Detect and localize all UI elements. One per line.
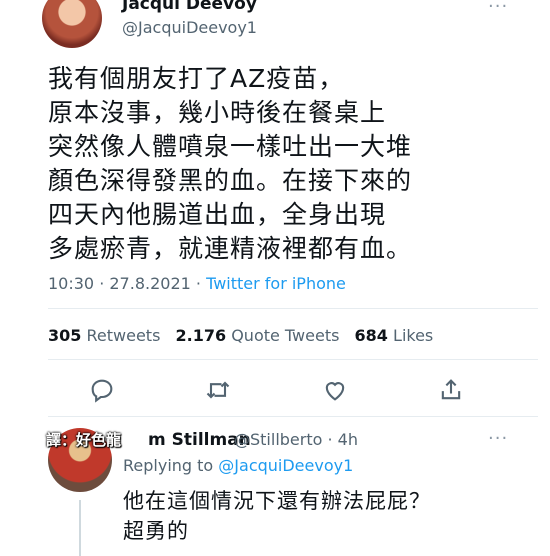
tweet-text: 我有個朋友打了AZ疫苗， 原本沒事，幾小時後在餐桌上 突然像人體噴泉一樣吐出一大… (48, 64, 413, 263)
author-handle[interactable]: @JacquiDeevoy1 (122, 18, 257, 37)
reply-text: 他在這個情況下還有辦法屁屁？ 超勇的 (123, 489, 431, 543)
replying-to: Replying to @JacquiDeevoy1 (123, 456, 354, 475)
like-icon[interactable] (321, 376, 349, 404)
tweet-stats: 305 Retweets 2.176 Quote Tweets 684 Like… (48, 326, 433, 345)
reply-author-handle[interactable]: @Stillberto · 4h (234, 430, 358, 449)
likes-stat[interactable]: 684 Likes (355, 326, 434, 345)
reply-icon[interactable] (88, 376, 116, 404)
replying-to-link[interactable]: @JacquiDeevoy1 (218, 456, 353, 475)
retweets-stat[interactable]: 305 Retweets (48, 326, 160, 345)
watermark: 譯：好色龍 (46, 431, 122, 449)
author-name[interactable]: Jacqui Deevoy (122, 0, 257, 14)
divider (48, 416, 538, 417)
tweet-source-app[interactable]: Twitter for iPhone (206, 274, 346, 293)
divider (48, 308, 538, 309)
author-avatar[interactable] (42, 0, 102, 48)
retweet-icon[interactable] (204, 376, 232, 404)
divider (48, 359, 538, 360)
reply-more-options-icon[interactable]: ··· (488, 428, 508, 449)
quote-tweets-stat[interactable]: 2.176 Quote Tweets (176, 326, 340, 345)
share-icon[interactable] (437, 376, 465, 404)
more-options-icon[interactable]: ··· (488, 0, 508, 17)
thread-line (79, 500, 81, 556)
tweet-timestamp[interactable]: 10:30 · 27.8.2021 · (48, 274, 206, 293)
tweet-meta: 10:30 · 27.8.2021 · Twitter for iPhone (48, 274, 346, 293)
